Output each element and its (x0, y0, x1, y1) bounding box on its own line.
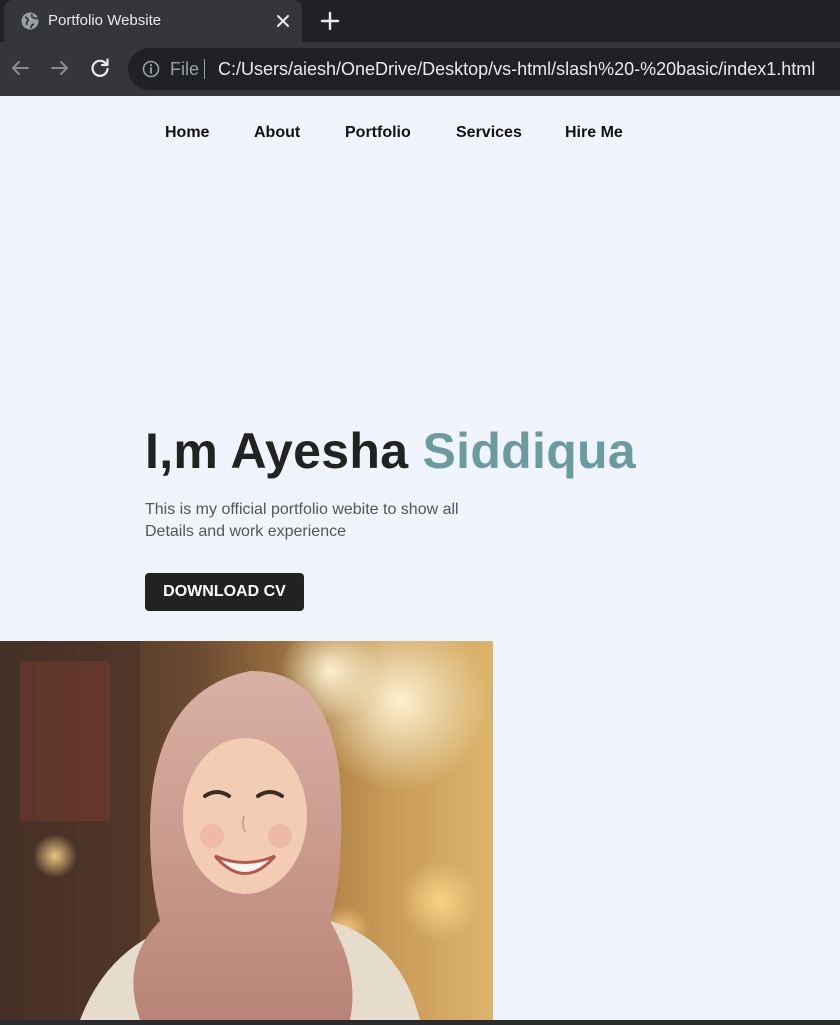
url-scheme-label: File (170, 59, 200, 79)
nav-portfolio[interactable]: Portfolio (345, 124, 411, 142)
reload-icon[interactable] (88, 56, 112, 80)
nav-about[interactable]: About (254, 124, 300, 142)
profile-photo-illustration (0, 641, 493, 1020)
hero-description: This is my official portfolio webite to … (145, 501, 459, 540)
hero-title-name: I,m Ayesha (145, 423, 423, 479)
nav-home[interactable]: Home (165, 124, 209, 142)
back-arrow-icon[interactable] (8, 56, 32, 80)
hero-title: I,m Ayesha Siddiqua (145, 422, 636, 480)
url-text[interactable]: C:/Users/aiesh/OneDrive/Desktop/vs-html/… (218, 59, 815, 80)
close-icon[interactable] (272, 10, 294, 32)
browser-tab-bar: Portfolio Website (0, 0, 840, 42)
browser-toolbar: File C:/Users/aiesh/OneDrive/Desktop/vs-… (0, 42, 840, 96)
nav-services[interactable]: Services (456, 124, 522, 142)
tab-title: Portfolio Website (48, 12, 162, 29)
browser-tab[interactable]: Portfolio Website (4, 0, 302, 42)
main-nav: Home About Portfolio Services Hire Me (0, 124, 840, 148)
address-bar[interactable]: File C:/Users/aiesh/OneDrive/Desktop/vs-… (128, 48, 840, 90)
download-cv-button[interactable]: DOWNLOAD CV (145, 573, 304, 611)
nav-hire-me[interactable]: Hire Me (565, 124, 623, 142)
info-icon[interactable] (142, 60, 160, 78)
forward-arrow-icon[interactable] (48, 56, 72, 80)
page-viewport: Home About Portfolio Services Hire Me I,… (0, 96, 840, 1020)
profile-photo (0, 641, 493, 1020)
globe-icon (21, 12, 39, 30)
url-separator (204, 59, 205, 79)
new-tab-icon[interactable] (318, 9, 342, 33)
hero-title-accent: Siddiqua (422, 423, 637, 479)
window-bottom-edge (0, 1020, 840, 1025)
